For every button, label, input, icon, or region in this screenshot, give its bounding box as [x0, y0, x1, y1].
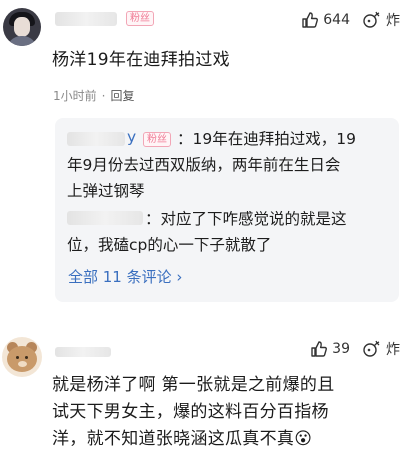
- username-blurred[interactable]: [55, 12, 117, 26]
- comment-time: 1小时前: [53, 89, 97, 103]
- comment-actions: 644 炸: [289, 10, 400, 30]
- like-count: 39: [332, 341, 350, 357]
- avatar[interactable]: [2, 337, 42, 377]
- comment-text: 试天下男女主，爆的这料百分百指杨: [52, 402, 329, 422]
- reply-text: ：19年在迪拜拍过戏，19: [177, 130, 356, 148]
- like-button[interactable]: 39: [310, 340, 350, 358]
- reply-button[interactable]: 回复: [110, 87, 134, 104]
- avatar[interactable]: [3, 8, 41, 46]
- reply-text: 年9月份去过西双版纳，两年前在生日会: [67, 156, 341, 174]
- like-button[interactable]: 644: [301, 11, 350, 29]
- comment-meta: 1小时前 · 回复: [53, 87, 135, 104]
- thumbs-up-icon: [302, 12, 319, 28]
- thumbs-up-icon: [311, 341, 328, 357]
- view-all-replies-link[interactable]: 全部 11 条评论 ›: [68, 266, 182, 287]
- comment-actions: 39 炸: [298, 339, 400, 359]
- bomb-button[interactable]: 炸: [362, 10, 400, 30]
- fan-badge: 粉丝: [126, 11, 154, 26]
- reply-text: ：对应了下咋感觉说的就是这: [145, 210, 347, 228]
- username-blurred[interactable]: [55, 347, 111, 357]
- like-count: 644: [323, 12, 350, 28]
- comment-text: 就是杨洋了啊 第一张就是之前爆的且: [52, 375, 335, 395]
- bomb-button[interactable]: 炸: [362, 339, 400, 359]
- comment-text: 洋，就不知道张晓涵这瓜真不真😮: [52, 429, 313, 449]
- bomb-label: 炸: [386, 13, 400, 29]
- comment-item: 粉丝 644 炸 杨洋19年在迪拜拍过戏 1小时前 · 回复: [0, 0, 412, 110]
- comment-item: 39 炸 就是杨洋了啊 第一张就是之前爆的且 试天下男女主，爆的这料百分百指杨 …: [0, 330, 412, 449]
- bomb-icon: [363, 340, 380, 357]
- reply-text: 上弹过钢琴: [67, 182, 145, 200]
- replies-container: y 粉丝 ：19年在迪拜拍过戏，19 年9月份去过西双版纳，两年前在生日会 上弹…: [55, 118, 399, 302]
- bomb-icon: [363, 11, 380, 28]
- bomb-label: 炸: [386, 342, 400, 358]
- reply-text: 位，我磕cp的心一下子就散了: [67, 236, 272, 254]
- comment-text: 杨洋19年在迪拜拍过戏: [52, 50, 230, 70]
